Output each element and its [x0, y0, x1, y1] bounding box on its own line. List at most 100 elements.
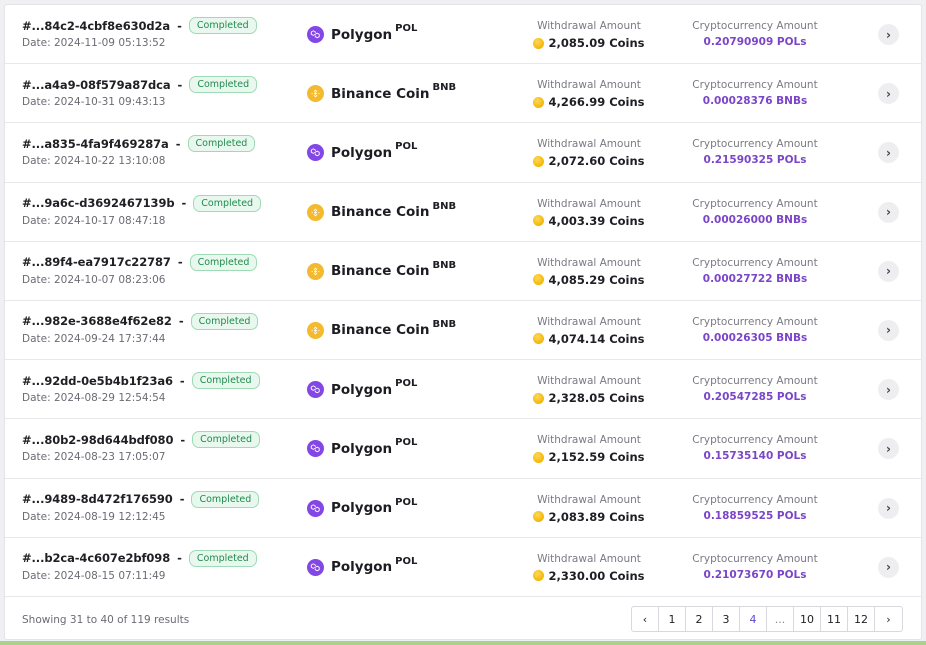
network-name: Polygon — [331, 440, 393, 457]
table-row[interactable]: #...89f4-ea7917c22787 - Completed Date: … — [5, 242, 921, 301]
transaction-id: #...982e-3688e4f62e82 — [22, 314, 172, 329]
coin-icon — [533, 96, 545, 108]
network-symbol: POL — [395, 23, 418, 34]
coin-icon — [533, 333, 545, 345]
network-symbol: BNB — [432, 200, 457, 212]
table-row[interactable]: #...84c2-4cbf8e630d2a - Completed Date: … — [5, 5, 921, 65]
polygon-icon — [307, 381, 324, 399]
chevron-right-icon[interactable]: › — [878, 201, 899, 223]
crypto-amount: 0.00027722 BNBs — [702, 272, 808, 285]
crypto-amount: 0.21590325 POLs — [703, 154, 807, 167]
polygon-icon — [307, 558, 324, 576]
table-row[interactable]: #...982e-3688e4f62e82 - Completed Date: … — [5, 301, 921, 361]
separator: - — [175, 136, 181, 151]
network-symbol: POL — [395, 141, 418, 153]
table-row[interactable]: #...a835-4fa9f469287a - Completed Date: … — [5, 123, 921, 183]
network-cell: Polygon POL — [307, 123, 417, 182]
withdrawal-cell: Withdrawal Amount 4,085.29 Coins — [514, 257, 664, 287]
status-badge: Completed — [192, 431, 260, 449]
transaction-id: #...92dd-0e5b4b1f23a6 — [22, 373, 173, 388]
table-row[interactable]: #...9489-8d472f176590 - Completed Date: … — [5, 479, 921, 538]
separator: - — [177, 255, 183, 270]
network-cell: Polygon POL — [307, 5, 417, 64]
crypto-cell: Cryptocurrency Amount 0.20790909 POLs — [675, 20, 835, 48]
pagination-footer: Showing 31 to 40 of 119 results ‹ 1 2 3 4...… — [5, 601, 921, 639]
status-badge: Completed — [188, 17, 257, 34]
withdrawal-label: Withdrawal Amount — [537, 315, 641, 328]
withdrawal-amount: 4,266.99 Coins — [548, 95, 645, 110]
transaction-cell: #...b2ca-4c607e2bf098 - Completed Date: … — [22, 549, 312, 582]
crypto-cell: Cryptocurrency Amount 0.00027722 BNBs — [675, 257, 835, 285]
network-cell: Binance Coin BNB — [307, 64, 456, 123]
page-ellipsis: ... — [767, 607, 794, 631]
next-page-button[interactable]: › — [875, 607, 902, 631]
page-button[interactable]: 10 — [794, 607, 821, 631]
coin-icon — [533, 274, 545, 286]
page-button[interactable]: 4 — [740, 607, 767, 631]
network-name: Polygon — [331, 381, 393, 398]
network-name: Binance Coin — [331, 322, 430, 339]
withdrawal-amount: 4,003.39 Coins — [548, 213, 645, 228]
status-badge: Completed — [190, 312, 259, 330]
transaction-id: #...80b2-98d644bdf080 — [22, 432, 174, 447]
chevron-right-icon[interactable]: › — [878, 497, 899, 519]
table-row[interactable]: #...92dd-0e5b4b1f23a6 - Completed Date: … — [5, 360, 921, 420]
withdrawal-amount: 2,083.89 Coins — [548, 509, 645, 524]
page-button[interactable]: 11 — [821, 607, 848, 631]
coin-icon — [533, 511, 545, 522]
chevron-right-icon[interactable]: › — [878, 260, 899, 282]
withdrawal-label: Withdrawal Amount — [537, 197, 641, 210]
crypto-cell: Cryptocurrency Amount 0.00028376 BNBs — [675, 79, 835, 107]
network-symbol: POL — [395, 378, 418, 390]
bnb-icon — [307, 203, 324, 221]
chevron-right-icon[interactable]: › — [878, 24, 899, 45]
chevron-right-icon[interactable]: › — [878, 83, 899, 105]
chevron-right-icon[interactable]: › — [878, 556, 899, 578]
polygon-icon — [307, 144, 324, 162]
withdrawal-label: Withdrawal Amount — [537, 138, 641, 151]
table-row[interactable]: #...b2ca-4c607e2bf098 - Completed Date: … — [5, 538, 921, 597]
chevron-right-icon[interactable]: › — [878, 142, 899, 164]
network-name: Binance Coin — [331, 263, 430, 280]
table-row[interactable]: #...80b2-98d644bdf080 - Completed Date: … — [5, 419, 921, 479]
table-row[interactable]: #...a4a9-08f579a87dca - Completed Date: … — [5, 64, 921, 124]
table-row[interactable]: #...9a6c-d3692467139b - Completed Date: … — [5, 183, 921, 242]
withdrawal-amount: 2,328.05 Coins — [548, 391, 645, 406]
transaction-date: Date: 2024-09-24 17:37:44 — [22, 332, 166, 345]
crypto-label: Cryptocurrency Amount — [692, 552, 818, 565]
network-symbol: BNB — [432, 259, 457, 271]
transaction-date: Date: 2024-11-09 05:13:52 — [22, 37, 166, 49]
network-name: Polygon — [331, 500, 393, 516]
pagination: ‹ 1 2 3 4... 10 11 12 › — [631, 606, 903, 632]
transaction-date: Date: 2024-08-19 12:12:45 — [22, 510, 166, 523]
coin-icon — [533, 215, 545, 227]
transaction-cell: #...a835-4fa9f469287a - Completed Date: … — [22, 135, 312, 167]
transaction-date: Date: 2024-10-31 09:43:13 — [22, 96, 166, 109]
status-badge: Completed — [189, 76, 258, 94]
network-cell: Polygon POL — [307, 479, 417, 538]
prev-page-button[interactable]: ‹ — [632, 607, 659, 631]
page-button[interactable]: 12 — [848, 607, 875, 631]
status-badge: Completed — [191, 372, 260, 390]
page-button[interactable]: 2 — [686, 607, 713, 631]
coin-icon — [533, 37, 545, 49]
page-button[interactable]: 3 — [713, 607, 740, 631]
withdrawal-cell: Withdrawal Amount 2,330.00 Coins — [514, 553, 664, 583]
crypto-amount: 0.00028376 BNBs — [702, 95, 808, 108]
chevron-right-icon[interactable]: › — [878, 319, 899, 341]
network-name: Polygon — [331, 559, 393, 576]
crypto-label: Cryptocurrency Amount — [692, 375, 818, 388]
chevron-right-icon[interactable]: › — [878, 438, 899, 460]
transaction-cell: #...a4a9-08f579a87dca - Completed Date: … — [22, 76, 312, 108]
transaction-date: Date: 2024-10-07 08:23:06 — [22, 273, 166, 286]
transaction-cell: #...92dd-0e5b4b1f23a6 - Completed Date: … — [22, 372, 312, 404]
status-badge: Completed — [187, 135, 256, 153]
network-symbol: POL — [395, 496, 418, 508]
crypto-label: Cryptocurrency Amount — [692, 197, 818, 210]
network-cell: Binance Coin BNB — [307, 183, 456, 242]
chevron-right-icon[interactable]: › — [878, 379, 899, 401]
network-cell: Polygon POL — [307, 419, 417, 478]
status-badge: Completed — [191, 490, 260, 508]
page-button[interactable]: 1 — [659, 607, 686, 631]
coin-icon — [533, 392, 545, 404]
